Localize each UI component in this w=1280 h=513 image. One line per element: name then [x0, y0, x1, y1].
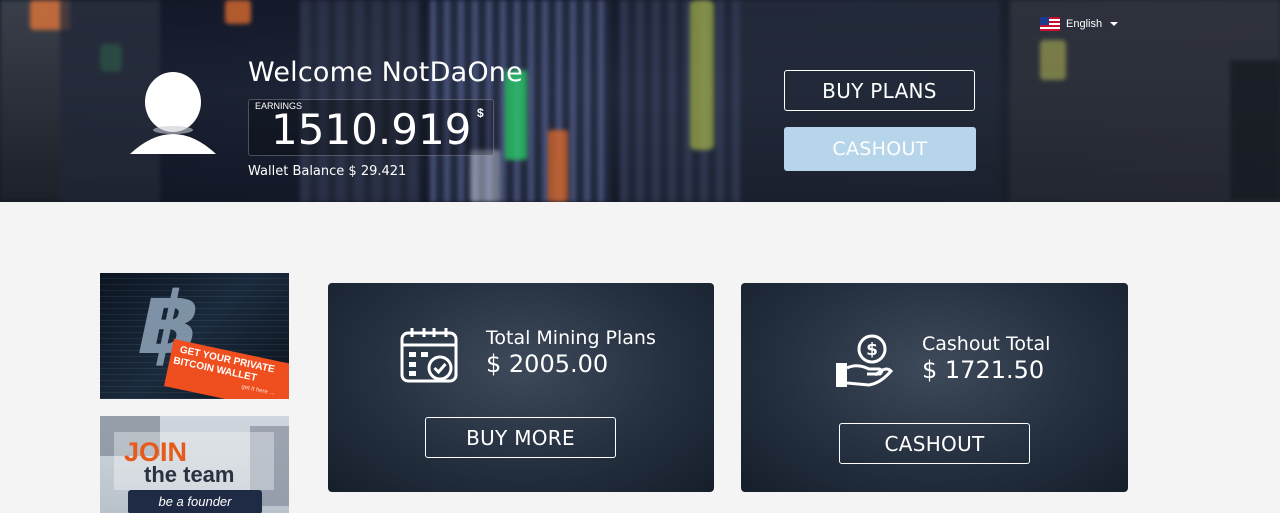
cashout-total-card: $ Cashout Total $ 1721.50 CASHOUT: [741, 283, 1128, 492]
mining-plans-card: Total Mining Plans $ 2005.00 BUY MORE: [328, 283, 714, 492]
hero-banner: English Welcome NotDaOne EARNINGS 1510.9…: [0, 0, 1280, 202]
mining-plans-title: Total Mining Plans: [486, 327, 656, 349]
earnings-box: EARNINGS 1510.919 $: [248, 99, 494, 156]
user-avatar-icon: [130, 72, 216, 154]
join-team-ad[interactable]: JOIN the team be a founder: [100, 416, 289, 513]
earnings-value: 1510.919: [271, 105, 472, 154]
welcome-heading: Welcome NotDaOne: [248, 57, 523, 88]
wallet-balance: Wallet Balance $ 29.421: [248, 164, 407, 179]
cashout-button[interactable]: CASHOUT: [784, 127, 976, 171]
bitcoin-wallet-ad[interactable]: ฿ GET YOUR PRIVATE BITCOIN WALLET get it…: [100, 273, 289, 399]
earnings-currency: $: [477, 106, 484, 120]
language-label: English: [1066, 18, 1103, 30]
cashout-card-button[interactable]: CASHOUT: [839, 423, 1030, 464]
ad-founder-button: be a founder: [128, 490, 262, 513]
us-flag-icon: [1040, 17, 1060, 31]
ad-line-3: get it here →: [240, 384, 276, 398]
cashout-total-title: Cashout Total: [922, 333, 1051, 355]
hand-coin-icon: $: [836, 334, 893, 387]
ad-team-text: the team: [144, 462, 235, 487]
cashout-total-value: $ 1721.50: [922, 356, 1045, 384]
language-selector[interactable]: English: [1040, 17, 1119, 31]
svg-text:$: $: [866, 340, 878, 360]
caret-down-icon: [1110, 22, 1119, 26]
calendar-check-icon: [400, 328, 458, 383]
buy-more-button[interactable]: BUY MORE: [425, 417, 616, 458]
mining-plans-value: $ 2005.00: [486, 350, 609, 378]
buy-plans-button[interactable]: BUY PLANS: [784, 70, 975, 111]
